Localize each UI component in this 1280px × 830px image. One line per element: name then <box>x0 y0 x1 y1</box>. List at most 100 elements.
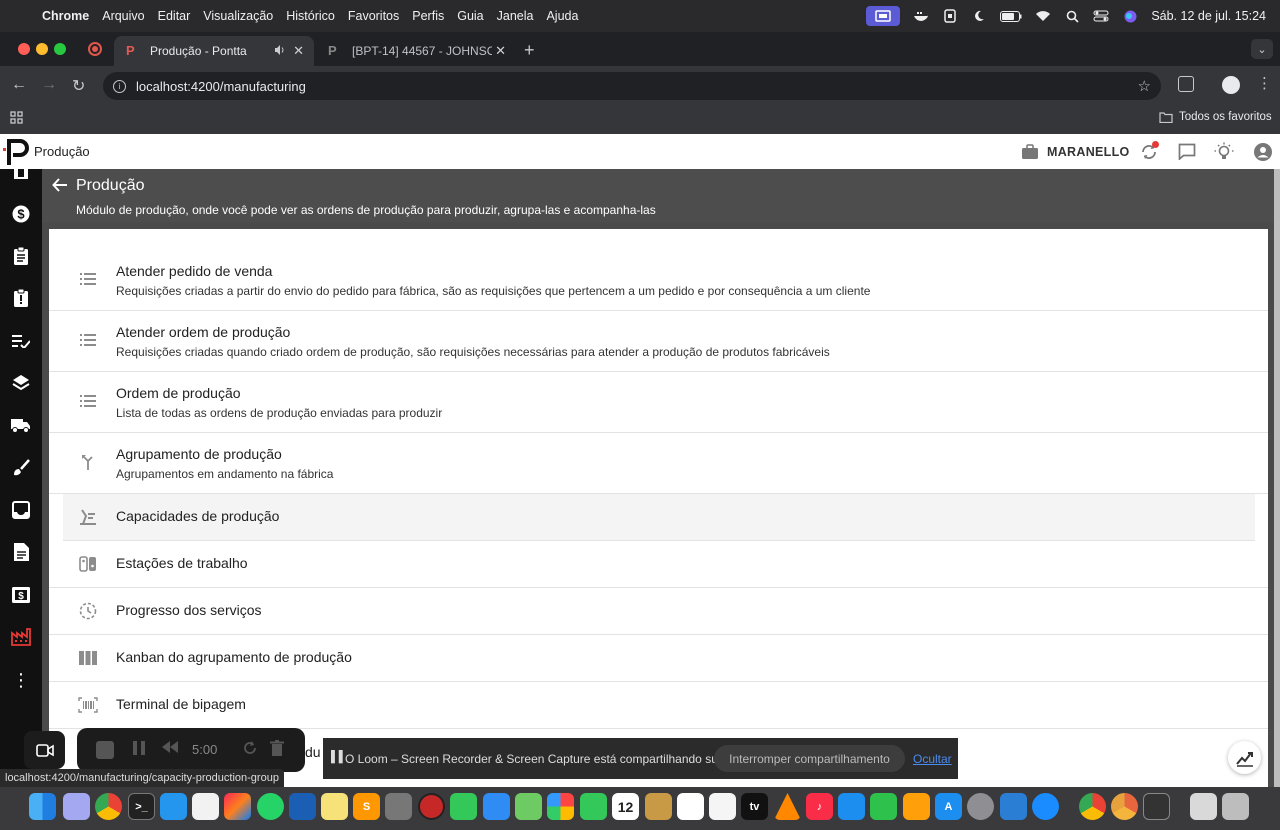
mail-dock-icon[interactable] <box>483 793 510 820</box>
menu-historico[interactable]: Histórico <box>286 9 335 23</box>
bookmark-star-icon[interactable]: ☆ <box>1138 77 1151 95</box>
maps-dock-icon[interactable] <box>515 793 542 820</box>
site-info-icon[interactable]: i <box>113 79 126 93</box>
hide-banner-link[interactable]: Ocultar <box>913 752 952 766</box>
list-item-ordem-producao[interactable]: Ordem de produção Lista de todas as orde… <box>49 372 1268 433</box>
menu-perfis[interactable]: Perfis <box>412 9 444 23</box>
more-vertical-icon[interactable]: ⋮ <box>11 670 31 690</box>
moon-icon[interactable] <box>971 9 987 23</box>
extensions-icon[interactable] <box>1178 76 1194 92</box>
menu-editar[interactable]: Editar <box>158 9 191 23</box>
control-center-icon[interactable] <box>1093 9 1109 23</box>
document-icon[interactable] <box>11 542 31 562</box>
speaker-icon[interactable] <box>274 44 286 59</box>
spotlight-search-icon[interactable] <box>1064 9 1080 23</box>
list-item-kanban-agrupamento[interactable]: Kanban do agrupamento de produção <box>49 635 1268 682</box>
loom-camera-button[interactable] <box>24 731 65 769</box>
calendar-dock-icon[interactable]: 12 <box>612 793 639 820</box>
loom-stop-button[interactable] <box>96 741 114 759</box>
pontta-logo[interactable] <box>3 138 33 166</box>
freeform-dock-icon[interactable] <box>709 793 736 820</box>
terminal-dock-icon[interactable]: >_ <box>128 793 155 820</box>
tab-producao[interactable]: P Produção - Pontta ✕ <box>114 36 314 66</box>
docker-dock-icon[interactable] <box>160 793 187 820</box>
apple-tv-dock-icon[interactable]: tv <box>741 793 768 820</box>
messages-dock-icon[interactable] <box>450 793 477 820</box>
list-item-agrupamento-producao[interactable]: Agrupamento de produção Agrupamentos em … <box>49 433 1268 494</box>
app-dock-icon[interactable] <box>192 793 219 820</box>
whatsapp-dock-icon[interactable] <box>257 793 284 820</box>
list-item-atender-pedido-venda[interactable]: Atender pedido de venda Requisições cria… <box>49 250 1268 311</box>
vpn-dock-icon[interactable] <box>289 793 316 820</box>
loom-delete-icon[interactable] <box>270 740 284 760</box>
stop-sharing-button[interactable]: Interromper compartilhamento <box>714 745 905 772</box>
back-arrow-icon[interactable] <box>52 177 68 198</box>
battery-icon[interactable] <box>1000 9 1022 23</box>
reminders-dock-icon[interactable] <box>677 793 704 820</box>
lightbulb-icon[interactable] <box>1213 141 1235 163</box>
app-store-dock-icon[interactable]: A <box>935 793 962 820</box>
list-item-progresso-servicos[interactable]: Progresso dos serviços <box>49 588 1268 635</box>
list-item-atender-ordem-producao[interactable]: Atender ordem de produção Requisições cr… <box>49 311 1268 372</box>
profile-avatar[interactable] <box>1222 76 1240 94</box>
keynote-dock-icon[interactable] <box>838 793 865 820</box>
documents-dock-icon[interactable] <box>1190 793 1217 820</box>
chrome-canary-dock-icon[interactable] <box>1111 793 1138 820</box>
close-tab-icon[interactable]: ✕ <box>293 43 304 59</box>
notes-dock-icon[interactable] <box>321 793 348 820</box>
clipboard-alert-icon[interactable] <box>11 288 31 308</box>
notes-yellow-dock-icon[interactable] <box>645 793 672 820</box>
safari-dock-icon[interactable] <box>1032 793 1059 820</box>
sync-icon[interactable] <box>1138 140 1160 163</box>
record-indicator-icon[interactable] <box>88 42 102 56</box>
menu-ajuda[interactable]: Ajuda <box>546 9 578 23</box>
numbers-dock-icon[interactable] <box>870 793 897 820</box>
financial-dollar-icon[interactable]: $ <box>11 204 31 224</box>
account-circle-icon[interactable] <box>1252 141 1274 163</box>
address-url[interactable]: localhost:4200/manufacturing <box>136 79 306 94</box>
loom-rewind-icon[interactable] <box>161 740 179 758</box>
close-tab-icon[interactable]: ✕ <box>495 43 506 59</box>
window-close-button[interactable] <box>18 43 30 55</box>
menu-favoritos[interactable]: Favoritos <box>348 9 399 23</box>
finder-dock-icon[interactable] <box>29 793 56 820</box>
screen-share-icon[interactable] <box>866 6 901 26</box>
pages-dock-icon[interactable] <box>903 793 930 820</box>
tab-bpt-14[interactable]: P [BPT-14] 44567 - JOHNSON ✕ <box>316 36 516 66</box>
forward-arrow-icon[interactable]: → <box>41 76 57 94</box>
trash-dock-icon[interactable] <box>1222 793 1249 820</box>
window-zoom-button[interactable] <box>54 43 66 55</box>
back-arrow-icon[interactable]: ← <box>11 76 27 94</box>
company-selector[interactable]: MARANELLO <box>1021 143 1130 160</box>
chat-icon[interactable] <box>1176 141 1198 163</box>
menu-guia[interactable]: Guia <box>457 9 483 23</box>
billing-dollar-icon[interactable]: $ <box>11 585 31 605</box>
chrome-dock-icon[interactable] <box>95 793 122 820</box>
apps-grid-icon[interactable] <box>10 111 23 127</box>
facetime-dock-icon[interactable] <box>580 793 607 820</box>
loom-pause-icon[interactable] <box>132 740 146 760</box>
factory-icon[interactable] <box>11 627 31 647</box>
window-minimize-button[interactable] <box>36 43 48 55</box>
list-item-terminal-bipagem[interactable]: Terminal de bipagem <box>49 682 1268 729</box>
sublime-dock-icon[interactable]: S <box>353 793 380 820</box>
chrome-alt-dock-icon[interactable] <box>1079 793 1106 820</box>
calculator-dock-icon[interactable] <box>385 793 412 820</box>
partial-list-item-label[interactable]: du <box>305 744 321 760</box>
music-dock-icon[interactable]: ♪ <box>806 793 833 820</box>
screenshot-dock-icon[interactable] <box>1143 793 1170 820</box>
paint-brush-icon[interactable] <box>11 458 31 478</box>
reload-icon[interactable]: ↻ <box>72 76 85 96</box>
address-bar[interactable]: i localhost:4200/manufacturing ☆ <box>103 72 1161 100</box>
all-bookmarks-folder[interactable]: Todos os favoritos <box>1159 111 1272 123</box>
intellij-dock-icon[interactable] <box>224 793 251 820</box>
vscode-dock-icon[interactable] <box>1000 793 1027 820</box>
chrome-menu-icon[interactable]: ⋮ <box>1257 74 1272 92</box>
menu-app-name[interactable]: Chrome <box>42 9 89 23</box>
vpn-icon[interactable] <box>942 9 958 23</box>
menu-visualizacao[interactable]: Visualização <box>203 9 273 23</box>
truck-icon[interactable] <box>11 415 31 435</box>
wifi-icon[interactable] <box>1035 9 1051 23</box>
list-item-estacoes-trabalho[interactable]: Estações de trabalho <box>49 541 1268 588</box>
list-item-capacidades-producao[interactable]: Capacidades de produção <box>63 494 1255 541</box>
